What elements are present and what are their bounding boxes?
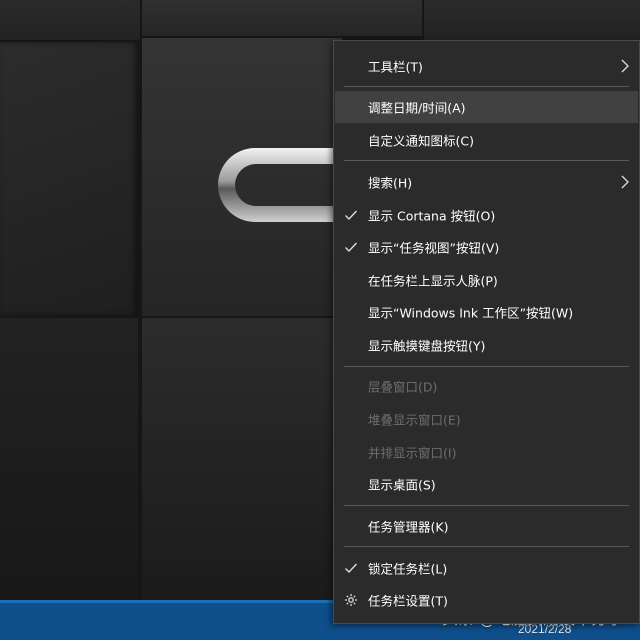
menu-item-cascade-windows: 层叠窗口(D) (335, 370, 638, 402)
menu-item-label: 自定义通知图标(C) (368, 133, 474, 149)
menu-item-adjust-date-time[interactable]: 调整日期/时间(A) (335, 91, 638, 123)
menu-item-label: 调整日期/时间(A) (368, 100, 466, 116)
menu-item-task-manager[interactable]: 任务管理器(K) (335, 510, 638, 542)
menu-item-label: 工具栏(T) (368, 59, 423, 75)
menu-item-label: 在任务栏上显示人脉(P) (368, 273, 498, 289)
wallpaper-tile (142, 0, 422, 36)
menu-item-show-touch-keyboard-button[interactable]: 显示触摸键盘按钮(Y) (335, 329, 638, 361)
menu-item-show-people[interactable]: 在任务栏上显示人脉(P) (335, 264, 638, 296)
menu-item-label: 并排显示窗口(I) (368, 445, 457, 461)
menu-item-show-task-view-button[interactable]: 显示“任务视图”按钮(V) (335, 231, 638, 263)
chevron-right-icon (621, 59, 629, 73)
wallpaper-tile (142, 318, 342, 600)
menu-separator (344, 366, 629, 367)
menu-item-lock-taskbar[interactable]: 锁定任务栏(L) (335, 552, 638, 584)
menu-item-toolbars[interactable]: 工具栏(T) (335, 50, 638, 82)
menu-item-label: 显示“Windows Ink 工作区”按钮(W) (368, 305, 574, 321)
menu-item-show-cortana-button[interactable]: 显示 Cortana 按钮(O) (335, 199, 638, 231)
checkmark-icon (345, 563, 358, 574)
menu-item-label: 显示“任务视图”按钮(V) (368, 240, 500, 256)
wallpaper-tile (0, 318, 138, 600)
menu-item-show-desktop[interactable]: 显示桌面(S) (335, 468, 638, 500)
menu-item-label: 堆叠显示窗口(E) (368, 412, 461, 428)
wallpaper-tile (424, 0, 640, 40)
checkmark-icon (345, 242, 358, 253)
menu-item-label: 搜索(H) (368, 175, 413, 191)
menu-item-label: 显示桌面(S) (368, 477, 436, 493)
menu-item-label: 任务栏设置(T) (368, 593, 448, 609)
taskbar-context-menu: 工具栏(T) 调整日期/时间(A) 自定义通知图标(C) 搜索(H) 显示 Co… (333, 40, 640, 624)
wallpaper-tile (0, 42, 138, 316)
menu-item-label: 锁定任务栏(L) (368, 561, 448, 577)
chevron-right-icon (621, 175, 629, 189)
gear-icon (345, 594, 357, 606)
menu-item-label: 显示 Cortana 按钮(O) (368, 208, 496, 224)
menu-item-search[interactable]: 搜索(H) (335, 166, 638, 198)
wallpaper-tile (0, 0, 140, 40)
menu-item-label: 任务管理器(K) (368, 519, 449, 535)
menu-item-show-windows-side-by-side: 并排显示窗口(I) (335, 436, 638, 468)
menu-separator (344, 505, 629, 506)
menu-separator (344, 160, 629, 161)
menu-item-label: 层叠窗口(D) (368, 379, 438, 395)
menu-item-label: 显示触摸键盘按钮(Y) (368, 338, 486, 354)
menu-separator (344, 86, 629, 87)
checkmark-icon (345, 210, 358, 221)
menu-item-customize-notification-icons[interactable]: 自定义通知图标(C) (335, 124, 638, 156)
menu-item-taskbar-settings[interactable]: 任务栏设置(T) (335, 584, 638, 616)
menu-item-show-windows-ink-button[interactable]: 显示“Windows Ink 工作区”按钮(W) (335, 296, 638, 328)
menu-item-show-windows-stacked: 堆叠显示窗口(E) (335, 403, 638, 435)
menu-separator (344, 546, 629, 547)
